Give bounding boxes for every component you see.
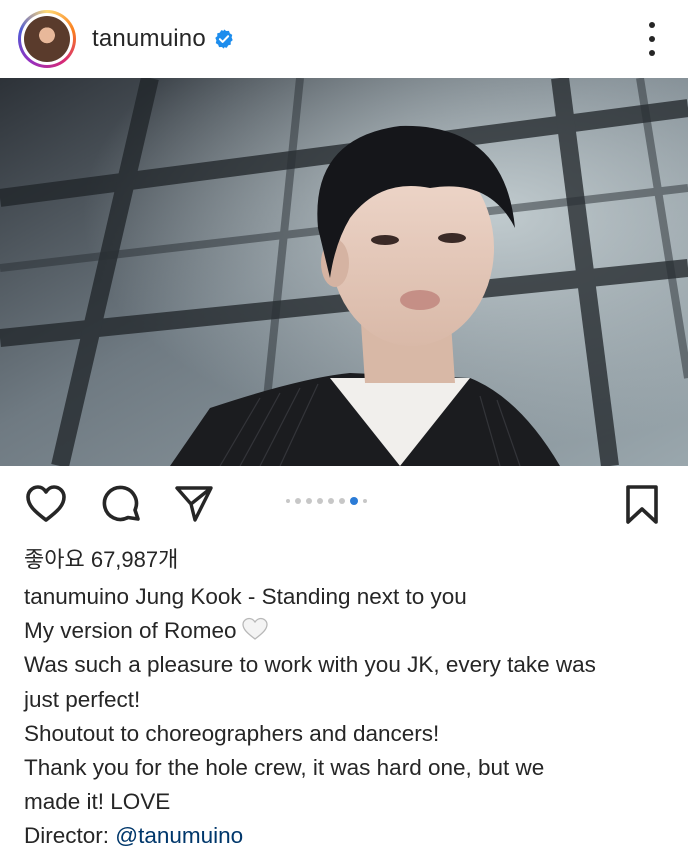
caption-line: Shoutout to choreographers and dancers! [24,720,440,746]
heart-outline-icon[interactable] [24,484,68,524]
action-bar [0,466,688,544]
carousel-indicator [286,497,367,505]
caption-author[interactable]: tanumuino [24,584,129,609]
caption-line: made it! LOVE [24,789,171,815]
carousel-dot [317,498,323,504]
verified-badge-icon [215,29,233,49]
carousel-dot [339,498,345,504]
more-vertical-icon [649,22,655,28]
caption-line: tanumuino Jung Kook - Standing next to y… [24,584,467,609]
profile-picture [24,16,70,62]
more-options-button[interactable] [642,22,662,56]
caption-line: My version of Romeo [24,614,674,648]
carousel-dot [328,498,334,504]
avatar[interactable] [18,10,76,68]
username[interactable]: tanumuino [92,25,206,53]
post-photo[interactable] [0,78,688,466]
carousel-dot [363,499,367,503]
post-header: tanumuino [0,0,688,78]
caption-line: just perfect! [24,686,141,712]
caption-line: Thank you for the hole crew, it was hard… [24,755,545,781]
carousel-dot [306,498,312,504]
comment-bubble-icon[interactable] [101,484,143,526]
paper-plane-icon[interactable] [174,484,214,524]
carousel-dot [286,499,290,503]
carousel-dot-active [350,497,358,505]
caption-line: Director: @tanumuino [24,823,244,849]
mention-link[interactable]: @tanumuino [115,823,243,848]
carousel-dot [295,498,301,504]
white-heart-emoji-icon [241,618,268,641]
post-caption: tanumuino Jung Kook - Standing next to y… [24,580,674,849]
likes-count[interactable]: 좋아요 67,987개 [24,542,178,574]
bookmark-icon[interactable] [624,484,660,526]
photo-image [0,78,688,466]
caption-line: Was such a pleasure to work with you JK,… [24,652,596,678]
